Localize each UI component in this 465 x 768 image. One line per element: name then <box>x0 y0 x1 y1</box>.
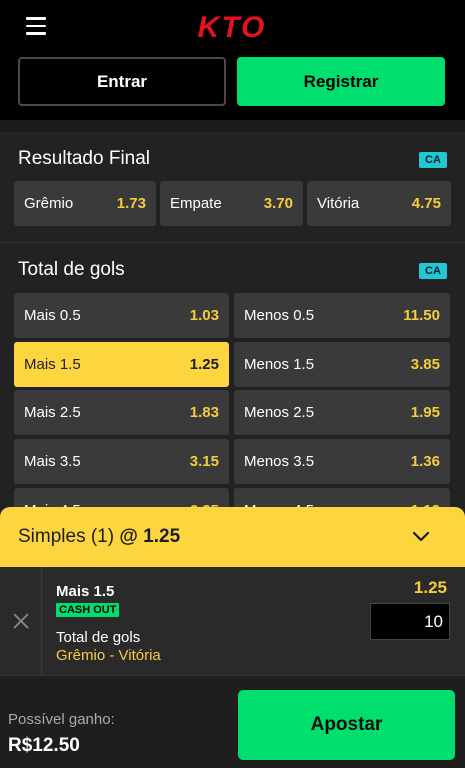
over-odd: 1.03 <box>189 307 219 324</box>
under-label: Menos 1.5 <box>244 356 315 373</box>
under-button[interactable]: Menos 2.5 1.95 <box>234 390 450 435</box>
outcome-button-draw[interactable]: Empate 3.70 <box>160 181 303 226</box>
selection-event: Grêmio - Vitória <box>56 647 161 664</box>
betslip-at: @ <box>119 526 138 547</box>
under-odd: 11.50 <box>403 307 440 324</box>
outcome-label: Vitória <box>317 195 360 212</box>
ca-badge: CA <box>419 263 447 279</box>
outcome-button-away[interactable]: Vitória 4.75 <box>307 181 451 226</box>
over-label: Mais 3.5 <box>24 453 81 470</box>
betslip-type: Simples (1) <box>18 526 115 547</box>
outcome-odd: 4.75 <box>411 195 441 212</box>
betslip-selection: Mais 1.5 CASH OUT Total de gols Grêmio -… <box>0 567 465 675</box>
remove-selection-button[interactable] <box>0 567 42 675</box>
over-button[interactable]: Mais 0.5 1.03 <box>14 293 229 338</box>
outcome-odd: 3.70 <box>263 195 293 212</box>
betslip-footer: Possível ganho: R$12.50 Apostar <box>0 675 465 768</box>
under-odd: 1.36 <box>410 453 440 470</box>
over-label: Mais 0.5 <box>24 307 81 324</box>
betslip-header[interactable]: Simples (1) @ 1.25 <box>0 507 465 567</box>
outcome-label: Grêmio <box>24 195 74 212</box>
under-label: Menos 0.5 <box>244 307 315 324</box>
markets-panel: Resultado Final CA Grêmio 1.73 Empate 3.… <box>0 120 465 520</box>
market-title-total-goals: Total de gols <box>18 259 125 280</box>
under-label: Menos 3.5 <box>244 453 315 470</box>
over-button[interactable]: Mais 2.5 1.83 <box>14 390 229 435</box>
under-odd: 1.95 <box>410 404 440 421</box>
over-button-selected[interactable]: Mais 1.5 1.25 <box>14 342 229 387</box>
under-odd: 3.85 <box>410 356 440 373</box>
kto-logo[interactable]: KTO <box>180 11 284 44</box>
under-button[interactable]: Menos 0.5 11.50 <box>234 293 450 338</box>
over-button[interactable]: Mais 3.5 3.15 <box>14 439 229 484</box>
outcome-button-home[interactable]: Grêmio 1.73 <box>14 181 156 226</box>
panel-edge <box>0 120 465 132</box>
betslip-title: Simples (1) @ 1.25 <box>18 526 180 548</box>
market-title-final-result: Resultado Final <box>18 148 151 169</box>
chevron-down-icon[interactable] <box>412 531 430 543</box>
cashout-badge: CASH OUT <box>56 603 120 617</box>
place-bet-button[interactable]: Apostar <box>238 690 455 760</box>
outcome-label: Empate <box>170 195 222 212</box>
under-button[interactable]: Menos 1.5 3.85 <box>234 342 450 387</box>
over-odd: 1.83 <box>189 404 219 421</box>
over-odd: 1.25 <box>189 356 219 373</box>
ca-badge: CA <box>419 152 447 168</box>
login-button[interactable]: Entrar <box>18 57 226 106</box>
close-icon <box>12 613 29 629</box>
over-label: Mais 1.5 <box>24 356 81 373</box>
top-header: KTO Entrar Registrar <box>0 0 465 120</box>
selection-name: Mais 1.5 <box>56 583 115 600</box>
hamburger-icon[interactable] <box>26 17 46 35</box>
logo-text: KTO <box>197 11 267 44</box>
betslip-total-odd: 1.25 <box>143 526 181 547</box>
section-divider <box>0 242 465 243</box>
selection-market: Total de gols <box>56 629 141 646</box>
over-odd: 3.15 <box>189 453 219 470</box>
over-label: Mais 2.5 <box>24 404 81 421</box>
stake-input[interactable] <box>370 603 450 640</box>
under-label: Menos 2.5 <box>244 404 315 421</box>
selection-odd: 1.25 <box>413 578 447 597</box>
outcome-odd: 1.73 <box>116 195 146 212</box>
under-button[interactable]: Menos 3.5 1.36 <box>234 439 450 484</box>
possible-win-label: Possível ganho: <box>8 711 115 728</box>
possible-win-value: R$12.50 <box>8 735 80 756</box>
register-button[interactable]: Registrar <box>237 57 445 106</box>
